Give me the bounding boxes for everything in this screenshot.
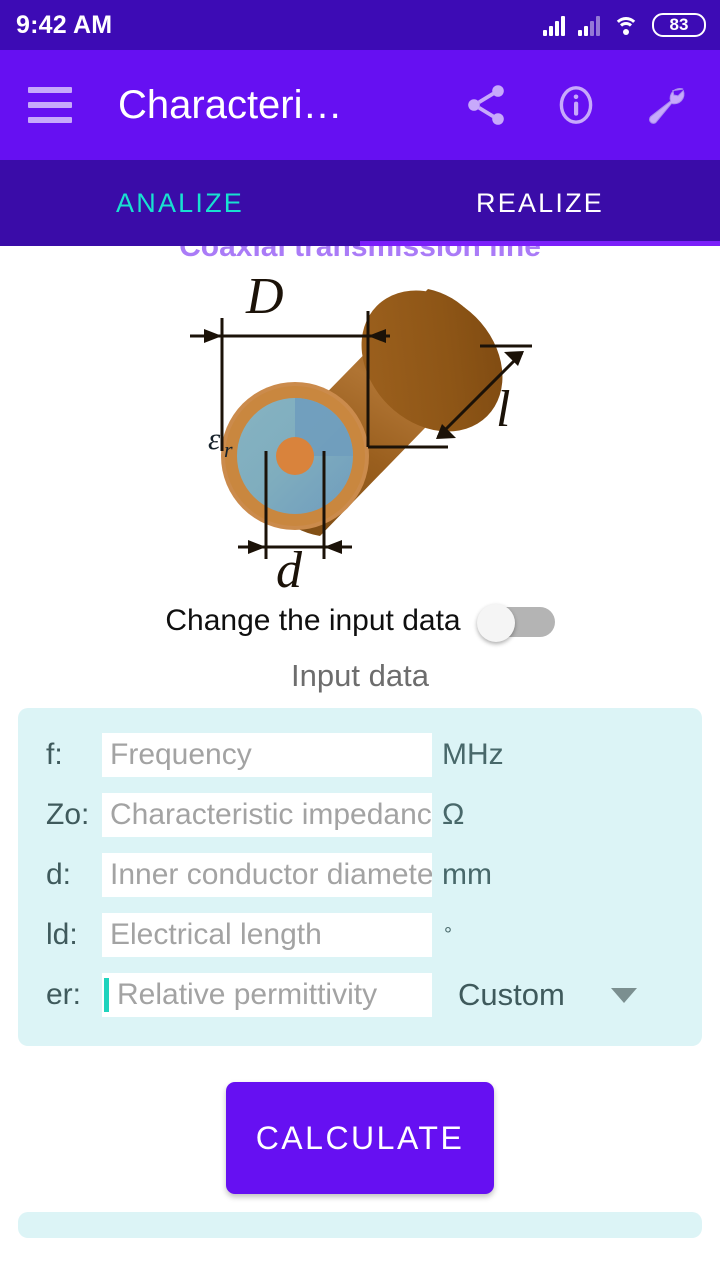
svg-text:ε: ε xyxy=(208,421,221,456)
toggle-knob xyxy=(476,604,515,642)
material-dropdown-value: Custom xyxy=(458,977,565,1012)
svg-text:d: d xyxy=(276,542,303,591)
svg-text:r: r xyxy=(224,437,233,462)
tab-realize[interactable]: REALIZE xyxy=(360,160,720,246)
hamburger-menu-icon[interactable] xyxy=(28,87,72,123)
page-title: Characteri… xyxy=(118,82,343,127)
field-row: f: Frequency MHz xyxy=(36,726,684,784)
signal-icon xyxy=(578,14,600,36)
impedance-unit: Ω xyxy=(442,798,465,831)
field-row: d: Inner conductor diameter mm xyxy=(36,846,684,904)
svg-text:l: l xyxy=(496,381,510,438)
svg-text:D: D xyxy=(245,268,284,325)
input-data-card: f: Frequency MHz Zo: Characteristic impe… xyxy=(18,708,702,1046)
impedance-field[interactable]: Characteristic impedance xyxy=(102,793,432,837)
status-time: 9:42 AM xyxy=(16,10,113,39)
electrical-length-unit: ° xyxy=(444,923,452,946)
change-input-data-toggle[interactable] xyxy=(476,604,555,642)
calculate-button[interactable]: CALCULATE xyxy=(226,1082,494,1194)
status-icon-group: 83 xyxy=(543,13,706,37)
field-row: ld: Electrical length ° xyxy=(36,906,684,964)
results-card-partial xyxy=(18,1212,702,1238)
battery-level: 83 xyxy=(669,15,689,34)
scrolled-heading: Coaxial transmission line xyxy=(179,246,541,263)
main-content: Coaxial transmission line D d l ε r Chan… xyxy=(0,246,720,1280)
wifi-icon xyxy=(613,15,639,35)
change-input-data-row: Change the input data xyxy=(0,592,720,650)
status-bar: 9:42 AM 83 xyxy=(0,0,720,50)
permittivity-placeholder: Relative permittivity xyxy=(117,978,378,1011)
inner-diameter-label: d: xyxy=(46,858,72,891)
frequency-field[interactable]: Frequency xyxy=(102,733,432,777)
app-bar-actions xyxy=(458,77,702,133)
inner-diameter-placeholder: Inner conductor diameter xyxy=(110,858,432,891)
impedance-label: Zo: xyxy=(46,798,90,831)
electrical-length-field[interactable]: Electrical length xyxy=(102,913,432,957)
frequency-placeholder: Frequency xyxy=(110,738,252,771)
electrical-length-label: ld: xyxy=(46,918,78,951)
frequency-label: f: xyxy=(46,738,63,771)
app-bar: Characteri… xyxy=(0,50,720,160)
calculate-row: CALCULATE xyxy=(0,1046,720,1194)
impedance-placeholder: Characteristic impedance xyxy=(110,798,432,831)
electrical-length-placeholder: Electrical length xyxy=(110,918,322,951)
inner-diameter-unit: mm xyxy=(442,858,492,891)
field-row: er: Relative permittivity Custom xyxy=(36,966,684,1024)
field-row: Zo: Characteristic impedance Ω xyxy=(36,786,684,844)
chevron-down-icon xyxy=(610,987,637,1003)
signal-icon xyxy=(543,14,565,36)
inner-diameter-field[interactable]: Inner conductor diameter xyxy=(102,853,432,897)
wrench-icon[interactable] xyxy=(638,77,694,133)
tab-bar: ANALIZE REALIZE xyxy=(0,160,720,246)
permittivity-field[interactable]: Relative permittivity xyxy=(102,973,432,1017)
coaxial-cable-diagram: D d l ε r xyxy=(0,246,720,592)
toggle-label: Change the input data xyxy=(165,604,461,637)
battery-icon: 83 xyxy=(652,13,706,37)
info-icon[interactable] xyxy=(548,77,604,133)
share-icon[interactable] xyxy=(458,77,514,133)
input-data-title: Input data xyxy=(291,658,429,693)
material-dropdown[interactable]: Custom xyxy=(432,977,637,1013)
frequency-unit: MHz xyxy=(442,738,504,771)
permittivity-label: er: xyxy=(46,978,82,1011)
tab-analize[interactable]: ANALIZE xyxy=(0,160,360,246)
